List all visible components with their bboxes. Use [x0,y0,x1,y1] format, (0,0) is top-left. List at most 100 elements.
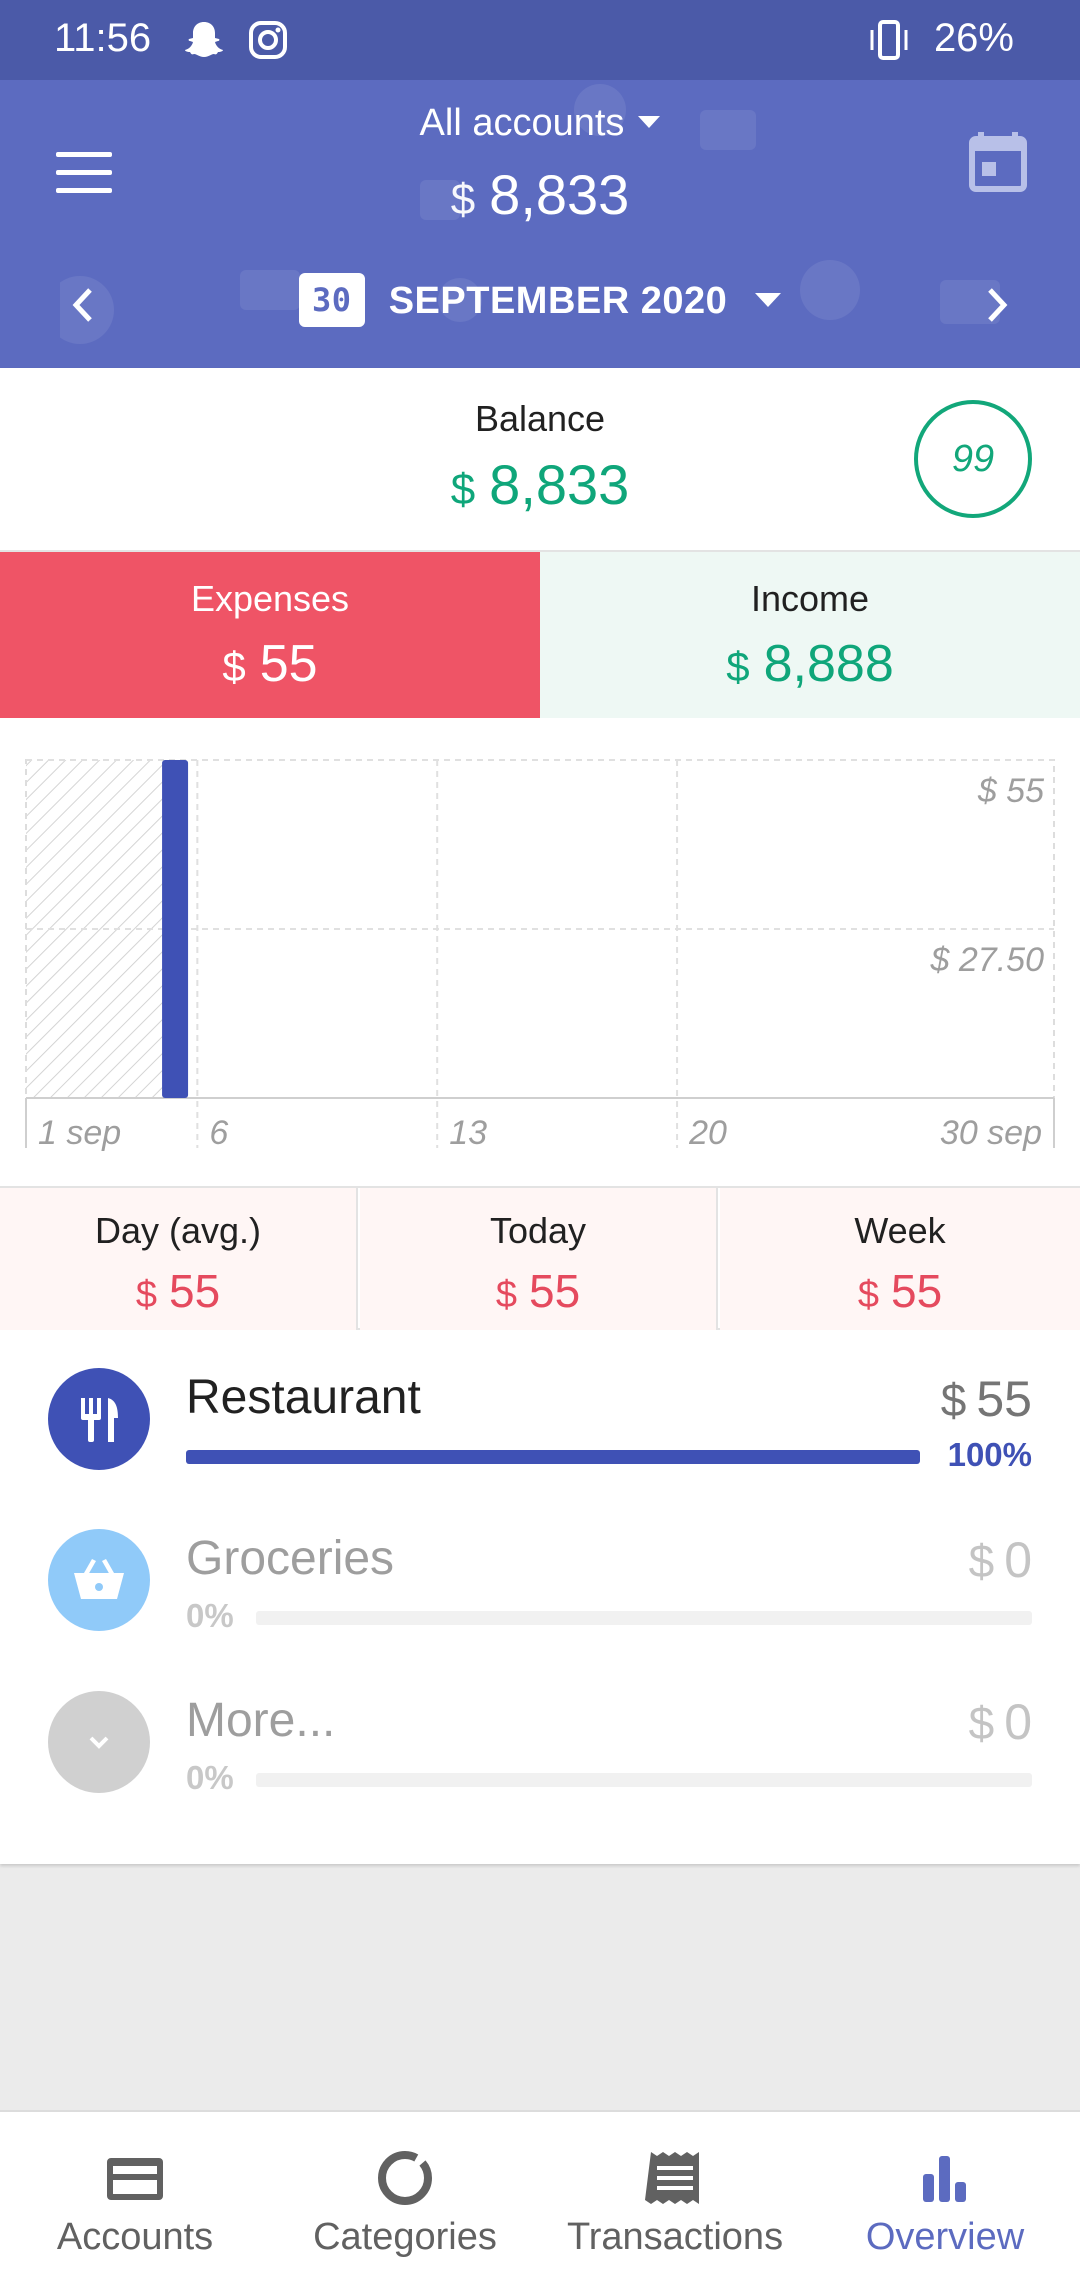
basket-icon [74,1559,124,1599]
income-value: $8,888 [540,634,1080,694]
x-tick-label: 6 [209,1114,228,1152]
chart-bar [162,760,189,1098]
accounts-total: $8,833 [0,162,1080,227]
stat-day-average: Day (avg.) $55 [0,1188,358,1330]
currency-symbol: $ [726,643,750,690]
currency-symbol: $ [968,1697,995,1749]
caret-down-icon [755,292,782,307]
spending-stats: Day (avg.) $55 Today $55 Week $55 [0,1186,1080,1330]
currency-symbol: $ [940,1374,967,1426]
stat-week: Week $55 [720,1188,1080,1330]
category-row-restaurant[interactable]: Restaurant $55 100% [0,1354,1080,1494]
currency-symbol: $ [495,1274,517,1316]
category-amount-value: 0 [1004,1694,1032,1750]
chevron-right-icon [988,288,1008,322]
snapchat-icon [182,18,226,67]
card-icon [107,2158,163,2200]
balance-section: Balance $8,833 99 [0,368,1080,550]
category-progress-track [256,1611,1032,1625]
currency-symbol: $ [857,1274,879,1316]
x-tick-label: 1 sep [38,1114,121,1152]
month-selector[interactable]: 30 SEPTEMBER 2020 [0,270,1080,332]
balance-amount: 8,833 [489,453,630,516]
month-navigator: 30 SEPTEMBER 2020 [0,270,1080,340]
category-percent: 100% [947,1436,1032,1473]
category-progress-bar [186,1450,920,1464]
stat-label: Day (avg.) [94,1210,262,1251]
tab-label: Overview [865,2216,1025,2258]
category-icon-circle [48,1691,150,1793]
currency-symbol: $ [135,1274,157,1316]
menu-icon [56,152,112,157]
x-tick-label: 20 [688,1114,727,1152]
status-bar: 11:56 26% [0,0,1080,80]
category-name: Groceries [186,1532,395,1585]
category-row-groceries[interactable]: Groceries $0 0% [0,1515,1080,1655]
bottom-navigation: Accounts Categories Transactions Overvie… [0,2110,1080,2280]
category-icon-circle [48,1368,150,1470]
category-percent: 0% [186,1759,234,1796]
financial-score-badge[interactable]: 99 [914,400,1032,518]
expenses-value: $55 [0,634,540,694]
stat-value: $55 [360,1264,716,1318]
chevron-down-icon [89,1736,109,1749]
category-percent: 0% [186,1597,234,1634]
expenses-chart-svg: $ 55 $ 27.50 1 sep 6 13 20 30 sep [25,759,1055,1152]
overview-card: Balance $8,833 99 Expenses $55 Income $8… [0,368,1080,1864]
income-label: Income [750,578,870,619]
vibrate-icon [866,18,912,67]
stat-label: Week [854,1210,946,1251]
y-tick-label: $ 55 [977,772,1044,810]
status-time: 11:56 [54,16,152,60]
stat-amount: 55 [890,1265,943,1317]
x-tick-label: 13 [449,1114,487,1152]
account-selector-label: All accounts [419,102,625,144]
category-icon-circle [48,1529,150,1631]
currency-symbol: $ [968,1535,995,1587]
accounts-total-amount: 8,833 [489,163,630,226]
account-selector[interactable]: All accounts [0,102,1080,145]
month-label: SEPTEMBER 2020 [388,280,728,322]
expenses-tab[interactable]: Expenses $55 [0,552,540,718]
category-row-more[interactable]: More... $0 0% [0,1677,1080,1817]
category-amount: $55 [941,1370,1032,1428]
category-amount: $0 [969,1531,1032,1589]
receipt-icon [645,2152,699,2204]
category-amount-value: 55 [976,1371,1032,1427]
calendar-button[interactable] [968,130,1028,194]
stat-amount: 55 [528,1265,581,1317]
day-badge: 30 [298,272,365,327]
cutlery-icon [81,1398,118,1442]
category-name: More... [186,1694,336,1747]
bar-chart-icon [923,2156,966,2202]
currency-symbol: $ [222,643,246,690]
category-name: Restaurant [186,1371,421,1424]
category-amount-value: 0 [1004,1532,1032,1588]
tab-overview[interactable]: Overview [810,2112,1080,2280]
expenses-label: Expenses [190,578,350,619]
x-tick-label: 30 sep [940,1114,1042,1152]
instagram-icon [246,18,290,67]
app-header: All accounts $8,833 30 SEPTEMBER 2020 [0,80,1080,368]
balance-label: Balance [474,398,606,439]
expenses-income-toggle: Expenses $55 Income $8,888 [0,550,1080,718]
expenses-chart[interactable]: $ 55 $ 27.50 1 sep 6 13 20 30 sep [22,752,1058,1172]
stat-value: $55 [720,1264,1080,1318]
stat-value: $55 [0,1264,356,1318]
income-amount: 8,888 [763,635,894,693]
tab-label: Transactions [566,2216,784,2258]
currency-symbol: $ [450,465,476,514]
currency-symbol: $ [450,175,476,224]
tab-transactions[interactable]: Transactions [540,2112,810,2280]
calendar-icon [969,132,1027,192]
donut-icon [378,2151,432,2205]
category-amount: $0 [969,1693,1032,1751]
caret-down-icon [638,115,661,128]
income-tab[interactable]: Income $8,888 [540,552,1080,718]
stat-today: Today $55 [360,1188,718,1330]
next-month-button[interactable] [970,278,1024,332]
tab-categories[interactable]: Categories [270,2112,540,2280]
tab-accounts[interactable]: Accounts [0,2112,270,2280]
tab-label: Categories [313,2216,497,2258]
tab-label: Accounts [56,2216,214,2258]
